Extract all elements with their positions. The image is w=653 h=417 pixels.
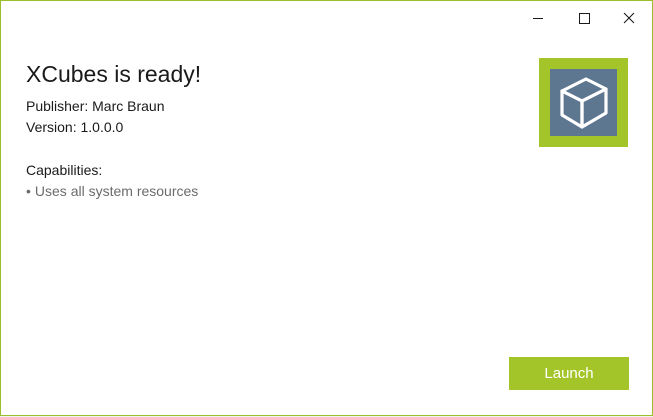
app-logo-background [550,69,617,136]
launch-button[interactable]: Launch [509,357,629,390]
app-logo [539,58,628,147]
close-icon [623,12,635,24]
title-bar [1,1,652,35]
version-label: Version: 1.0.0.0 [26,119,124,135]
capability-item: • Uses all system resources [26,183,198,199]
publisher-label: Publisher: Marc Braun [26,98,165,114]
minimize-icon [533,17,543,19]
capabilities-heading: Capabilities: [26,162,103,178]
close-button[interactable] [606,1,652,35]
bullet: • [26,183,31,199]
minimize-button[interactable] [515,1,561,35]
app-installer-window: XCubes is ready! Publisher: Marc Braun V… [0,0,653,416]
maximize-button[interactable] [561,1,607,35]
maximize-icon [578,12,590,24]
capability-text: Uses all system resources [34,183,199,199]
cube-icon [560,77,608,129]
page-title: XCubes is ready! [26,61,202,87]
